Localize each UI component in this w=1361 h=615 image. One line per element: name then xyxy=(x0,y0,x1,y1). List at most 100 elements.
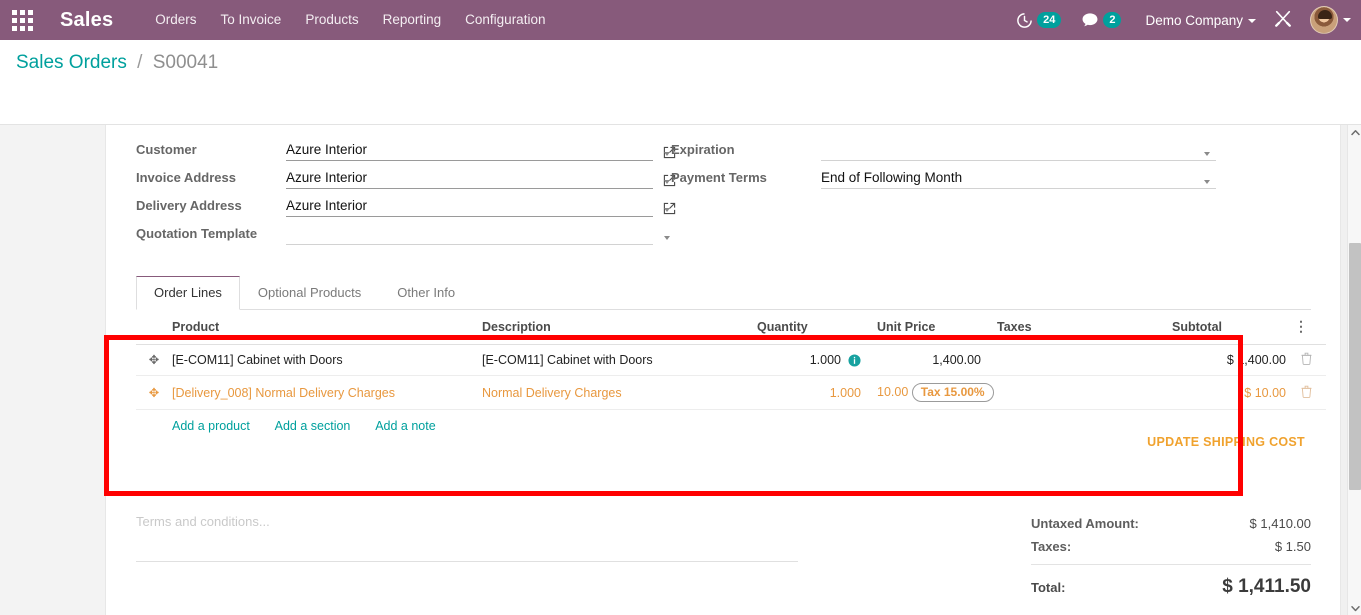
customer-input[interactable]: Azure Interior xyxy=(286,141,653,161)
user-menu[interactable] xyxy=(1302,6,1351,34)
add-a-note-link[interactable]: Add a note xyxy=(375,419,435,433)
spacer-cell xyxy=(136,410,164,441)
chevron-down-icon xyxy=(1248,18,1256,23)
form-column-left: Customer Azure Interior Invoice Address … xyxy=(136,133,676,245)
table-header-row: Product Description Quantity Unit Price … xyxy=(136,310,1326,345)
drag-handle-icon[interactable]: ✥ xyxy=(149,354,159,367)
field-label-payment-terms: Payment Terms xyxy=(671,170,767,185)
column-header-quantity: Quantity xyxy=(749,310,869,345)
activities-count: 24 xyxy=(1037,12,1062,28)
tab-order-lines[interactable]: Order Lines xyxy=(136,276,240,310)
row-drag-cell[interactable]: ✥ xyxy=(136,344,164,376)
unit-price-value: 10.00 xyxy=(877,385,909,399)
order-header-form: Customer Azure Interior Invoice Address … xyxy=(106,125,1340,245)
field-customer: Customer Azure Interior xyxy=(136,133,676,161)
cell-quantity[interactable]: 1.000 xyxy=(749,344,869,376)
main-menu: Orders To Invoice Products Reporting Con… xyxy=(143,0,557,40)
breadcrumb-current-record: S00041 xyxy=(152,52,219,73)
menu-item-orders[interactable]: Orders xyxy=(143,0,208,40)
scroll-down-arrow-icon[interactable] xyxy=(1348,601,1361,615)
row-delete-button[interactable] xyxy=(1294,375,1326,410)
column-header-product: Product xyxy=(164,310,474,345)
scrollbar-thumb[interactable] xyxy=(1349,243,1361,490)
column-header-handle xyxy=(136,310,164,345)
table-row[interactable]: ✥ [Delivery_008] Normal Delivery Charges… xyxy=(136,375,1326,410)
menu-item-products[interactable]: Products xyxy=(293,0,370,40)
cell-quantity[interactable]: 1.000 xyxy=(749,375,869,410)
tab-other-info[interactable]: Other Info xyxy=(379,276,473,310)
update-shipping-cost-button[interactable]: UPDATE SHIPPING COST xyxy=(1147,435,1305,449)
cell-unit-price[interactable]: 10.00 Tax 15.00% xyxy=(869,375,994,410)
developer-tools-menu[interactable] xyxy=(1264,9,1302,32)
column-header-description: Description xyxy=(474,310,749,345)
company-switcher[interactable]: Demo Company xyxy=(1131,13,1264,28)
quotation-template-input[interactable] xyxy=(286,225,653,245)
terms-and-conditions[interactable]: Terms and conditions... xyxy=(136,510,816,602)
total-value: $ 1,411.50 xyxy=(1222,576,1311,597)
untaxed-amount-value: $ 1,410.00 xyxy=(1249,516,1311,531)
cell-taxes[interactable] xyxy=(989,375,1164,410)
field-delivery-address: Delivery Address Azure Interior xyxy=(136,189,676,217)
control-panel: Sales Orders / S00041 SAVE DISCARD 30 / … xyxy=(0,40,1361,158)
top-navbar: Sales Orders To Invoice Products Reporti… xyxy=(0,0,1361,40)
cell-description[interactable]: Normal Delivery Charges xyxy=(474,375,749,410)
taxes-value: $ 1.50 xyxy=(1274,539,1311,554)
cell-description[interactable]: [E-COM11] Cabinet with Doors xyxy=(474,344,749,376)
notebook: Order Lines Optional Products Other Info… xyxy=(136,275,1326,449)
cell-product[interactable]: [E-COM11] Cabinet with Doors xyxy=(164,344,474,376)
delivery-address-input[interactable]: Azure Interior xyxy=(286,197,653,217)
chevron-down-icon xyxy=(1343,18,1351,22)
chevron-down-icon[interactable] xyxy=(1204,180,1210,184)
activities-menu[interactable]: 24 xyxy=(1006,12,1071,29)
cell-subtotal: $ 1,400.00 xyxy=(1164,344,1294,376)
form-column-right: Expiration Payment Terms End of Followin… xyxy=(671,133,1216,189)
info-icon[interactable] xyxy=(848,353,861,367)
field-invoice-address: Invoice Address Azure Interior xyxy=(136,161,676,189)
messages-menu[interactable]: 2 xyxy=(1071,12,1131,28)
invoice-address-input[interactable]: Azure Interior xyxy=(286,169,653,189)
navbar-right: 24 2 Demo Company xyxy=(1006,0,1361,40)
chevron-down-icon[interactable] xyxy=(664,152,670,156)
tab-optional-products[interactable]: Optional Products xyxy=(240,276,379,310)
add-a-section-link[interactable]: Add a section xyxy=(275,419,351,433)
chevron-down-icon[interactable] xyxy=(664,236,670,240)
order-totals: Untaxed Amount: $ 1,410.00 Taxes: $ 1.50… xyxy=(1031,510,1311,602)
drag-handle-icon[interactable]: ✥ xyxy=(149,386,159,400)
tax-badge[interactable]: Tax 15.00% xyxy=(911,383,994,402)
total-label: Total: xyxy=(1031,580,1066,595)
chevron-down-icon[interactable] xyxy=(1204,152,1210,156)
cell-subtotal: $ 10.00 xyxy=(1164,375,1294,410)
row-drag-cell[interactable]: ✥ xyxy=(136,375,164,410)
expiration-input[interactable] xyxy=(821,141,1216,161)
breadcrumb-separator: / xyxy=(137,52,143,73)
cell-product[interactable]: [Delivery_008] Normal Delivery Charges xyxy=(164,375,474,410)
apps-grid-icon[interactable] xyxy=(0,9,44,31)
app-brand-sales[interactable]: Sales xyxy=(44,9,125,32)
menu-item-to-invoice[interactable]: To Invoice xyxy=(209,0,294,40)
table-row[interactable]: ✥ [E-COM11] Cabinet with Doors [E-COM11]… xyxy=(136,344,1326,376)
column-options-button[interactable]: ⋮ xyxy=(1294,310,1326,345)
field-quotation-template: Quotation Template xyxy=(136,217,676,245)
scroll-up-arrow-icon[interactable] xyxy=(1348,125,1361,139)
total-row-untaxed: Untaxed Amount: $ 1,410.00 xyxy=(1031,512,1311,535)
row-delete-button[interactable] xyxy=(1294,344,1326,376)
menu-item-reporting[interactable]: Reporting xyxy=(371,0,454,40)
chevron-down-icon[interactable] xyxy=(664,180,670,184)
chevron-down-icon[interactable] xyxy=(664,208,670,212)
tools-wrench-icon xyxy=(1274,9,1292,32)
field-label-customer: Customer xyxy=(136,142,197,157)
sheet-footer: Terms and conditions... Untaxed Amount: … xyxy=(136,510,1311,602)
vertical-scrollbar[interactable] xyxy=(1347,125,1361,615)
cell-unit-price[interactable]: 1,400.00 xyxy=(869,344,989,376)
breadcrumb-sales-orders[interactable]: Sales Orders xyxy=(16,52,127,73)
company-name: Demo Company xyxy=(1145,12,1243,28)
field-label-delivery-address: Delivery Address xyxy=(136,198,242,213)
cell-taxes[interactable] xyxy=(989,344,1164,376)
taxes-label: Taxes: xyxy=(1031,539,1072,554)
trash-icon[interactable] xyxy=(1300,352,1312,365)
trash-icon[interactable] xyxy=(1300,385,1312,398)
terms-placeholder[interactable]: Terms and conditions... xyxy=(136,514,816,529)
add-a-product-link[interactable]: Add a product xyxy=(172,419,250,433)
menu-item-configuration[interactable]: Configuration xyxy=(453,0,557,40)
payment-terms-input[interactable]: End of Following Month xyxy=(821,169,1216,189)
